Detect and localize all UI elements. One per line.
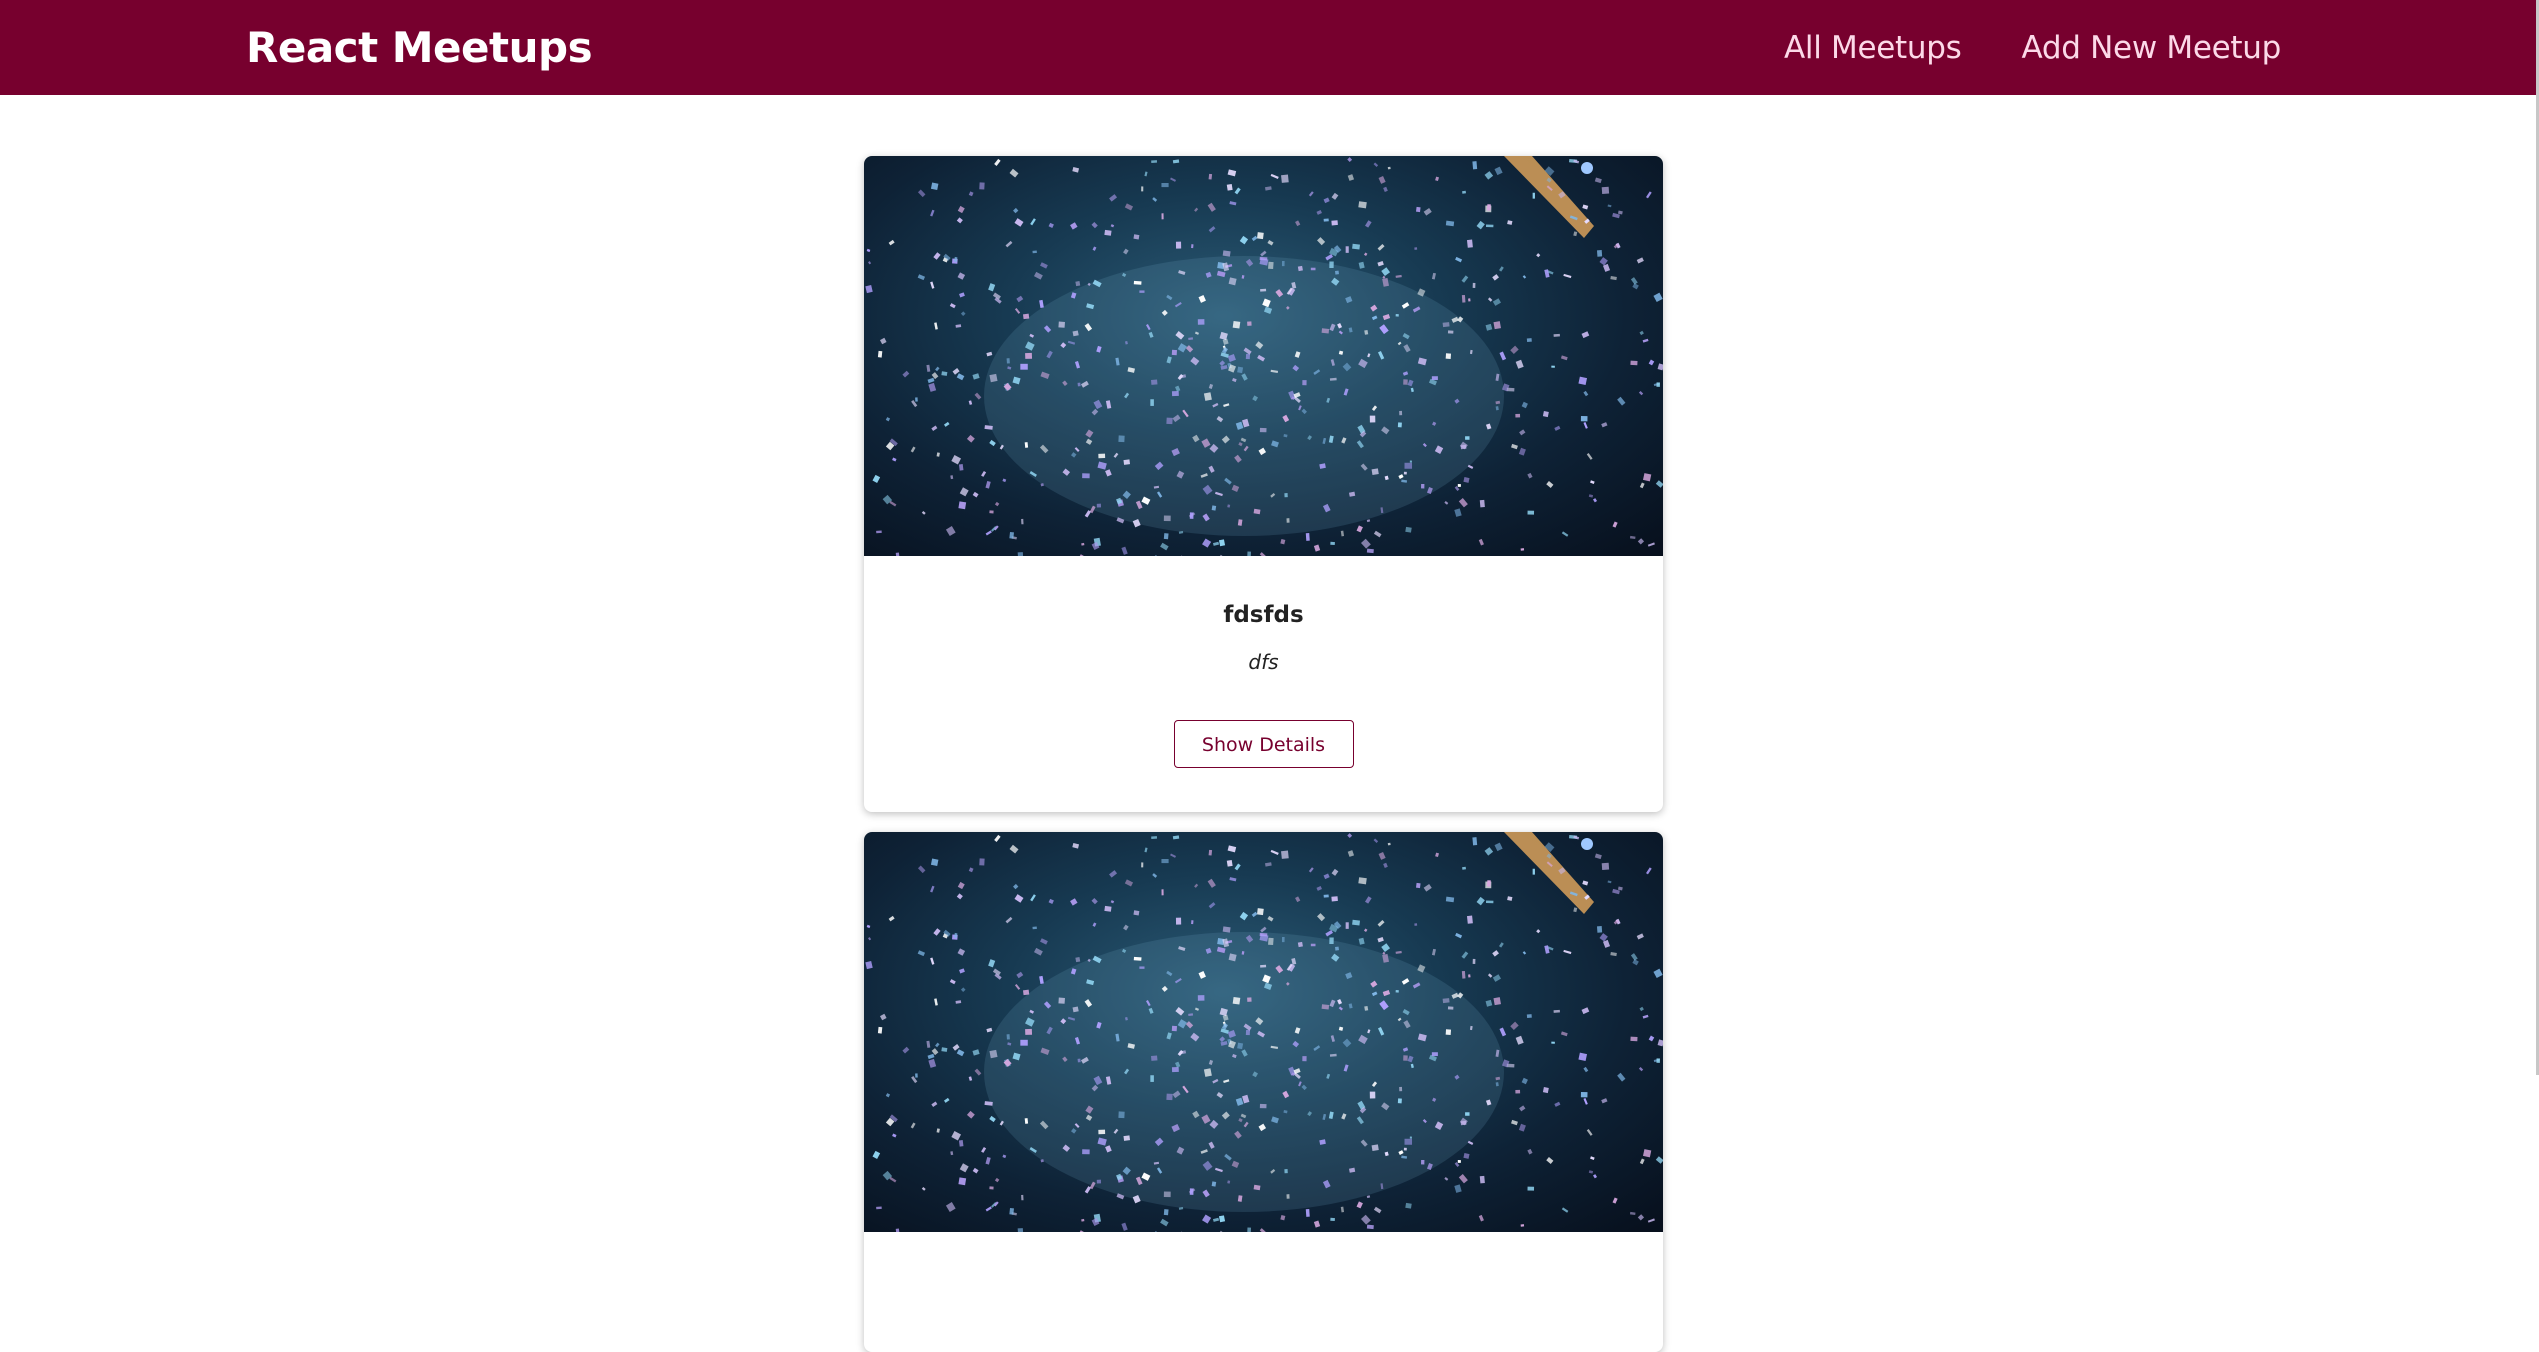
- nav-link-add-new-meetup[interactable]: Add New Meetup: [2021, 30, 2281, 66]
- meetup-card: fdsfds dfs Show Details: [864, 156, 1663, 812]
- meetup-card: [864, 832, 1663, 1352]
- meetup-title: fdsfds: [864, 602, 1663, 628]
- main-navigation: All Meetups Add New Meetup: [1784, 0, 2281, 95]
- app-logo[interactable]: React Meetups: [246, 0, 592, 95]
- meetup-image: [864, 156, 1663, 556]
- meetup-image: [864, 832, 1663, 1232]
- main-header: React Meetups All Meetups Add New Meetup: [0, 0, 2539, 95]
- meetup-content: fdsfds dfs Show Details: [864, 602, 1663, 768]
- meetup-description: dfs: [864, 650, 1663, 674]
- show-details-button[interactable]: Show Details: [1174, 720, 1354, 768]
- nav-link-all-meetups[interactable]: All Meetups: [1784, 30, 1962, 66]
